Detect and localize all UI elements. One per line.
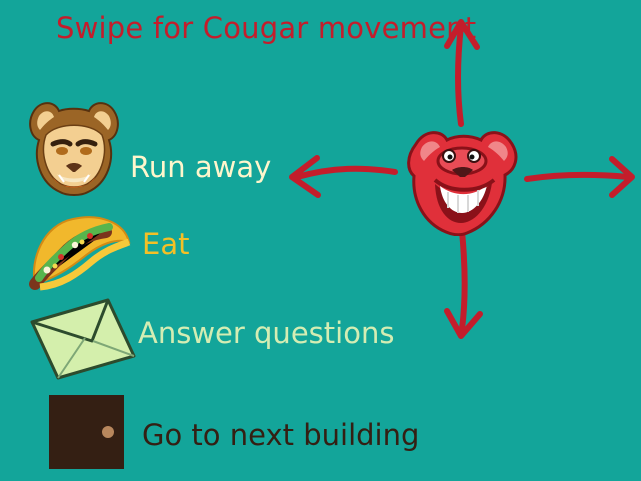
run-away-label: Run away [130, 150, 272, 184]
door-icon [49, 395, 124, 469]
left-arrow-icon[interactable] [287, 150, 399, 202]
down-arrow-icon[interactable] [437, 228, 491, 340]
cougar-face-icon [29, 102, 119, 196]
taco-icon [29, 216, 131, 291]
swipe-instructions-title: Swipe for Cougar movement [56, 11, 477, 45]
answer-questions-label: Answer questions [138, 316, 395, 350]
eat-label: Eat [142, 227, 190, 261]
right-arrow-icon[interactable] [524, 152, 637, 204]
envelope-icon [30, 298, 136, 380]
go-to-next-building-label: Go to next building [142, 418, 420, 452]
up-arrow-icon[interactable] [437, 14, 489, 127]
game-instructions-screen: Swipe for Cougar movement Run away Eat A… [0, 0, 641, 481]
red-cougar-mascot-icon[interactable] [404, 122, 524, 236]
